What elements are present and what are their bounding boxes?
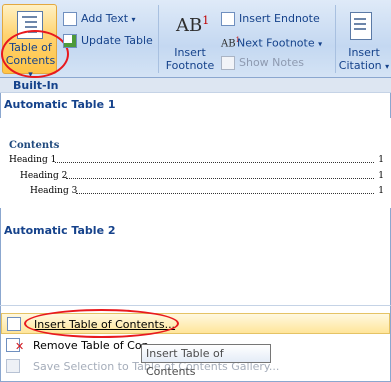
group-separator [158,5,159,73]
insert-toc-icon [7,317,21,331]
insert-footnote-button[interactable]: AB1 Insert Footnote [164,6,216,74]
endnote-icon [221,12,235,26]
toc-preview-line: Heading 3 1 [30,186,384,196]
show-notes-button[interactable]: Show Notes [221,53,304,72]
references-ribbon: Table of Contents ▾ Add Text ▾ Update Ta… [0,0,391,80]
citation-icon [350,12,372,40]
update-table-button[interactable]: Update Table [63,31,153,50]
footnote-icon: AB1 [176,14,210,36]
toc-preview-heading: Contents [9,140,60,151]
group-separator [335,5,336,73]
toc-preview[interactable]: Contents Heading 1 1 Heading 2 1 Heading… [0,118,391,208]
update-table-icon [63,34,77,48]
add-text-button[interactable]: Add Text ▾ [63,9,136,28]
highlight-circle-insert-toc [24,309,179,338]
show-notes-icon [221,56,235,70]
gallery-item-title[interactable]: Automatic Table 2 [4,224,116,237]
next-footnote-button[interactable]: AB1Next Footnote ▾ [221,31,322,50]
gallery-item-title[interactable]: Automatic Table 1 [4,98,116,111]
toc-preview-line: Heading 1 1 [9,155,384,165]
insert-footnote-label: Insert Footnote [165,46,215,72]
next-footnote-icon: AB1 [221,36,241,50]
add-text-icon [63,12,77,26]
save-selection-icon [6,359,20,373]
remove-toc-red-x-icon: ✕ [15,340,25,353]
built-in-section-header: Built-In [0,78,391,93]
insert-endnote-button[interactable]: Insert Endnote [221,9,320,28]
menu-separator [0,305,391,306]
insert-citation-button[interactable]: Insert Citation ▾ [337,6,391,74]
insert-citation-label: Insert Citation ▾ [338,46,390,72]
toc-preview-line: Heading 2 1 [20,171,384,181]
tooltip: Insert Table of Contents [141,344,271,378]
highlight-circle-toc [1,30,69,78]
